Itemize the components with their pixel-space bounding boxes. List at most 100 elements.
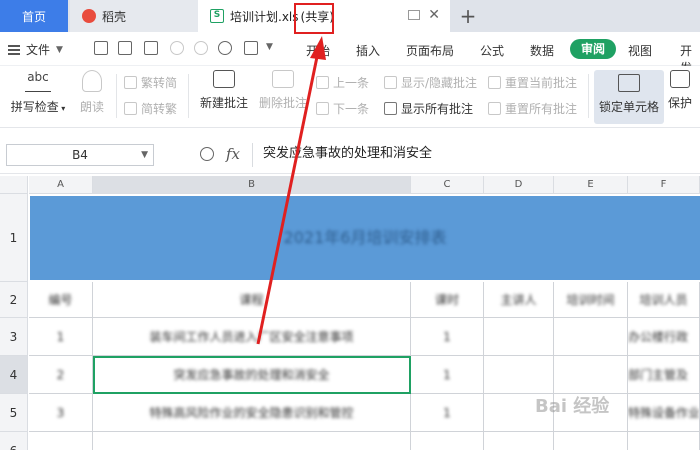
- delete-comment-button[interactable]: 删除批注: [256, 70, 310, 111]
- table-cell[interactable]: 办公楼行政: [628, 318, 700, 356]
- col-header-f[interactable]: F: [628, 176, 700, 194]
- table-cell[interactable]: [484, 356, 554, 394]
- table-cell[interactable]: [484, 318, 554, 356]
- tab-home[interactable]: 首页: [0, 0, 68, 32]
- zoom-icon[interactable]: [200, 147, 214, 161]
- fx-icon[interactable]: fx: [226, 145, 240, 163]
- more-quick-icon[interactable]: ▼: [266, 42, 273, 52]
- show-all-comments-icon: [384, 102, 397, 115]
- table-cell[interactable]: [484, 432, 554, 450]
- reset-all-comments-button[interactable]: 重置所有批注: [488, 100, 577, 117]
- window-icon[interactable]: [408, 10, 420, 20]
- header-cell[interactable]: 培训人员: [628, 282, 700, 318]
- table-cell[interactable]: 1: [411, 318, 484, 356]
- table-cell[interactable]: 1: [411, 394, 484, 432]
- delete-comment-icon: [272, 70, 294, 88]
- col-header-d[interactable]: D: [484, 176, 554, 194]
- header-cell[interactable]: 编号: [29, 282, 93, 318]
- selected-cell-b4[interactable]: 突发应急事故的处理和消安全: [93, 356, 411, 394]
- new-tab-button[interactable]: +: [458, 0, 478, 32]
- table-cell[interactable]: [411, 432, 484, 450]
- table-cell[interactable]: [554, 432, 628, 450]
- header-cell[interactable]: 培训时间: [554, 282, 628, 318]
- reset-current-comment-icon: [488, 76, 501, 89]
- select-all-corner[interactable]: [0, 176, 28, 194]
- spell-check-button[interactable]: abc 拼写检查 ▾: [8, 70, 68, 115]
- table-cell[interactable]: 装车间工作人员进入厂区安全注意事项: [93, 318, 411, 356]
- row-header-6[interactable]: 6: [0, 432, 28, 450]
- table-cell[interactable]: [554, 356, 628, 394]
- prev-comment-button[interactable]: 上一条: [316, 74, 369, 91]
- trad-to-simp-label: 繁转简: [141, 76, 178, 90]
- table-cell[interactable]: 2: [29, 356, 93, 394]
- menu-formula[interactable]: 公式: [480, 42, 504, 59]
- lock-cell-icon: [618, 74, 640, 92]
- reset-current-comment-button[interactable]: 重置当前批注: [488, 74, 577, 91]
- menu-data[interactable]: 数据: [530, 42, 554, 59]
- read-aloud-icon: [82, 70, 102, 92]
- header-cell[interactable]: 课时: [411, 282, 484, 318]
- table-cell[interactable]: [29, 432, 93, 450]
- table-cell[interactable]: 部门主管及: [628, 356, 700, 394]
- col-header-e[interactable]: E: [554, 176, 628, 194]
- table-cell[interactable]: 1: [29, 318, 93, 356]
- trad-to-simp-button[interactable]: 繁转简: [124, 74, 177, 91]
- print-icon[interactable]: [244, 41, 258, 55]
- row-header-5[interactable]: 5: [0, 394, 28, 432]
- table-cell[interactable]: 特殊设备作业: [628, 394, 700, 432]
- header-cell[interactable]: 主讲人: [484, 282, 554, 318]
- spreadsheet-icon: S: [210, 9, 224, 23]
- menu-start[interactable]: 开始: [306, 42, 330, 59]
- save-as-icon[interactable]: [118, 41, 132, 55]
- col-header-c[interactable]: C: [411, 176, 484, 194]
- formula-bar: B4 ▼ fx 突发应急事故的处理和消安全: [0, 138, 700, 174]
- menu-page-layout[interactable]: 页面布局: [406, 42, 454, 59]
- formula-input[interactable]: 突发应急事故的处理和消安全: [252, 143, 700, 167]
- show-all-comments-button[interactable]: 显示所有批注: [384, 100, 473, 117]
- cell-hours: 1: [443, 368, 451, 382]
- row-header-2[interactable]: 2: [0, 282, 28, 318]
- read-aloud-button[interactable]: 朗读: [74, 70, 110, 115]
- col-header-b[interactable]: B: [93, 176, 411, 194]
- file-menu[interactable]: 文件 ▼: [8, 41, 63, 58]
- name-box[interactable]: B4 ▼: [6, 144, 154, 166]
- cell-no: 3: [56, 406, 65, 420]
- sheet-title: 2021年6月培训安排表: [283, 228, 447, 247]
- show-hide-comments-button[interactable]: 显示/隐藏批注: [384, 74, 477, 91]
- table-cell[interactable]: 特殊高风险作业的安全隐患识别和管控: [93, 394, 411, 432]
- lock-cell-button[interactable]: 锁定单元格: [594, 70, 664, 124]
- row-header-3[interactable]: 3: [0, 318, 28, 356]
- protect-button[interactable]: 保护: [668, 70, 700, 111]
- table-cell[interactable]: 1: [411, 356, 484, 394]
- format-painter-icon[interactable]: [218, 41, 232, 55]
- menu-bar: 文件 ▼ ▼ 开始 插入 页面布局 公式 数据 审阅 视图 开发: [0, 32, 700, 75]
- header-cell[interactable]: 课程: [93, 282, 411, 318]
- table-cell[interactable]: [554, 318, 628, 356]
- next-comment-button[interactable]: 下一条: [316, 100, 369, 117]
- row-header-1[interactable]: 1: [0, 194, 28, 282]
- col-header-a[interactable]: A: [29, 176, 93, 194]
- close-tab-icon[interactable]: ✕: [428, 7, 440, 23]
- prev-comment-icon: [316, 76, 329, 89]
- file-menu-label: 文件: [26, 43, 51, 57]
- table-cell[interactable]: 3: [29, 394, 93, 432]
- table-cell[interactable]: [628, 432, 700, 450]
- simp-to-trad-button[interactable]: 简转繁: [124, 100, 177, 117]
- preview-icon[interactable]: [144, 41, 158, 55]
- menu-view[interactable]: 视图: [628, 42, 652, 59]
- row-header-4[interactable]: 4: [0, 356, 28, 394]
- new-comment-button[interactable]: 新建批注: [196, 70, 252, 111]
- name-box-dropdown-icon[interactable]: ▼: [141, 145, 148, 165]
- table-cell[interactable]: [93, 432, 411, 450]
- tab-bar: 首页 稻壳 S 培训计划.xls (共享) ✕ +: [0, 0, 700, 32]
- save-quick-icon[interactable]: [94, 41, 108, 55]
- menu-insert[interactable]: 插入: [356, 42, 380, 59]
- chevron-down-icon: ▼: [56, 44, 63, 55]
- redo-icon[interactable]: [194, 41, 208, 55]
- cell-trainees: 办公楼行政: [628, 330, 689, 344]
- undo-icon[interactable]: [170, 41, 184, 55]
- spreadsheet-app: 首页 稻壳 S 培训计划.xls (共享) ✕ + 文件 ▼ ▼ 开始 插入 页…: [0, 0, 700, 450]
- cell-hours: 1: [443, 406, 451, 420]
- tab-daoke[interactable]: 稻壳: [70, 0, 198, 32]
- menu-review[interactable]: 审阅: [570, 39, 616, 59]
